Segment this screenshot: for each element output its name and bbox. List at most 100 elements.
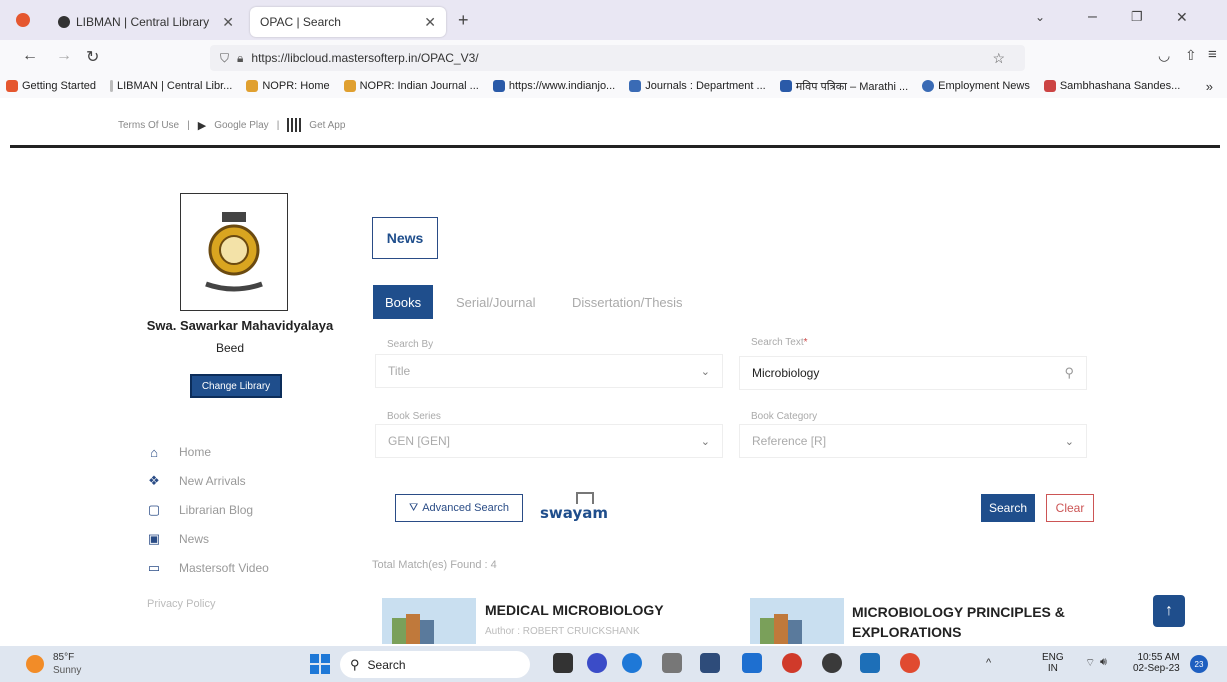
sidebar-item-mastersoft-video[interactable]: ▭ Mastersoft Video (147, 560, 269, 575)
get-app-link[interactable]: Get App (309, 120, 345, 131)
change-library-button[interactable]: Change Library (190, 374, 282, 398)
mail-icon[interactable] (742, 653, 762, 673)
clock[interactable]: 10:55 AM 02-Sep-23 (1133, 652, 1180, 674)
close-window-icon[interactable]: ✕ (1176, 9, 1188, 26)
bookmark-item[interactable]: LIBMAN | Central Libr... (110, 80, 232, 92)
pocket-icon[interactable]: ◡ (1158, 47, 1170, 64)
forward-icon[interactable]: → (56, 47, 72, 65)
terms-link[interactable]: Terms Of Use (118, 120, 179, 131)
bookmark-item[interactable]: Getting Started (6, 80, 96, 92)
chrome-icon[interactable] (822, 653, 842, 673)
bookmark-item[interactable]: Journals : Department ... (629, 80, 766, 92)
restore-icon[interactable]: ❐ (1131, 9, 1143, 25)
menu-icon[interactable]: ≡ (1208, 46, 1217, 63)
sidebar-item-home[interactable]: ⌂ Home (147, 445, 211, 460)
bookmark-item[interactable]: NOPR: Home (246, 80, 330, 92)
close-tab-icon[interactable]: ✕ (424, 14, 436, 31)
teams-icon[interactable] (587, 653, 607, 673)
book-category-select[interactable]: Reference [R] ⌄ (739, 424, 1087, 458)
taskbar-search[interactable]: ⚲ Search (340, 651, 530, 678)
tab-favicon-icon (58, 16, 70, 28)
sidebar-item-new-arrivals[interactable]: ❖ New Arrivals (147, 473, 246, 488)
bookmark-favicon-icon (343, 80, 356, 92)
minimize-icon[interactable]: – (1088, 8, 1097, 26)
college-city: Beed (215, 341, 245, 355)
bookmark-favicon-icon (629, 80, 642, 92)
url-text: https://libcloud.mastersofterp.in/OPAC_V… (251, 51, 479, 65)
search-text-input[interactable]: Microbiology ⚲ (739, 356, 1087, 390)
tray-chevron-icon[interactable]: ^ (986, 657, 991, 669)
tab-serial-journal[interactable]: Serial/Journal (456, 285, 536, 319)
scroll-to-top-button[interactable]: ↑ (1153, 595, 1185, 627)
notification-badge[interactable]: 23 (1190, 655, 1208, 673)
more-bookmarks-icon[interactable]: » (1206, 79, 1213, 94)
tab-list-icon[interactable]: ⌄ (1035, 10, 1045, 24)
book-cover-image[interactable] (750, 598, 844, 644)
chevron-down-icon: ⌄ (1064, 435, 1074, 448)
privacy-policy-link[interactable]: Privacy Policy (147, 598, 215, 610)
search-by-select[interactable]: Title ⌄ (375, 354, 723, 388)
sidebar-item-librarian-blog[interactable]: ▢ Librarian Blog (147, 502, 253, 517)
total-matches: Total Match(es) Found : 4 (372, 559, 497, 571)
network-icon[interactable]: ⌔ (1085, 656, 1095, 670)
weather-desc: Sunny (53, 665, 82, 676)
tab-dissertation-thesis[interactable]: Dissertation/Thesis (572, 285, 683, 319)
swayam-logo[interactable]: swayam (538, 490, 608, 524)
tab-libman[interactable]: LIBMAN | Central Library ✕ (48, 7, 244, 37)
windows-start-icon[interactable] (310, 654, 330, 674)
tab-label: OPAC | Search (260, 15, 341, 29)
tab-opac[interactable]: OPAC | Search ✕ (250, 7, 446, 37)
book-cover-image[interactable] (382, 598, 476, 644)
volume-icon[interactable]: 🔊︎ (1100, 656, 1107, 669)
app-icon[interactable] (662, 653, 682, 673)
bookmark-favicon-icon (1043, 80, 1056, 92)
bookmark-favicon-icon (922, 80, 935, 92)
tab-books[interactable]: Books (373, 285, 434, 319)
edge-icon[interactable] (622, 653, 642, 673)
task-view-icon[interactable] (553, 653, 573, 673)
weather-temp[interactable]: 85°F (53, 652, 74, 663)
bookmark-favicon-icon (110, 80, 113, 92)
chevron-down-icon: ⌄ (700, 435, 710, 448)
search-icon[interactable]: ⚲ (1064, 365, 1074, 381)
book-title[interactable]: MICROBIOLOGY PRINCIPLES & EXPLORATIONS (852, 602, 1082, 642)
bookmark-item[interactable]: https://www.indianjo... (492, 80, 615, 92)
back-icon[interactable]: ← (22, 47, 38, 65)
opera-icon[interactable] (782, 653, 802, 673)
url-bar[interactable]: ⛉ 🔒︎ https://libcloud.mastersofterp.in/O… (210, 45, 1025, 71)
store-icon[interactable] (700, 653, 720, 673)
search-icon: ⚲ (350, 656, 360, 672)
qr-icon (287, 118, 302, 132)
sway-icon[interactable] (860, 653, 880, 673)
book-series-select[interactable]: GEN [GEN] ⌄ (375, 424, 723, 458)
sidebar-item-news[interactable]: ▣ News (147, 531, 209, 546)
news-button[interactable]: News (372, 217, 438, 259)
top-links: Terms Of Use | ▶ Google Play | Get App (118, 118, 346, 132)
reload-icon[interactable]: ↻ (86, 47, 99, 67)
share-icon[interactable]: ⇧ (1185, 47, 1197, 64)
book-title[interactable]: MEDICAL MICROBIOLOGY (485, 602, 664, 618)
tab-label: LIBMAN | Central Library (76, 15, 210, 29)
search-by-label: Search By (387, 339, 434, 350)
book-author: Author : ROBERT CRUICKSHANK (485, 626, 640, 637)
google-play-link[interactable]: Google Play (214, 120, 268, 131)
new-arrivals-icon: ❖ (148, 473, 160, 488)
language-indicator[interactable]: ENG IN (1042, 652, 1064, 674)
new-tab-button[interactable]: + (458, 10, 469, 31)
bookmark-item[interactable]: NOPR: Indian Journal ... (343, 80, 479, 92)
browser-menu-icon[interactable] (16, 13, 30, 27)
advanced-search-button[interactable]: ⛛ Advanced Search (395, 494, 523, 522)
bookmark-item[interactable]: Sambhashana Sandes... (1043, 80, 1180, 92)
filter-icon: ⛛ (408, 501, 419, 514)
bookmark-favicon-icon (246, 80, 259, 92)
firefox-icon[interactable] (900, 653, 920, 673)
news-icon: ▣ (147, 531, 161, 546)
search-button[interactable]: Search (981, 494, 1035, 522)
close-tab-icon[interactable]: ✕ (222, 14, 234, 31)
book-series-label: Book Series (387, 411, 441, 422)
clear-button[interactable]: Clear (1046, 494, 1094, 522)
bookmark-item[interactable]: Employment News (922, 80, 1030, 92)
search-text-label: Search Text* (751, 337, 808, 348)
bookmark-star-icon[interactable]: ☆ (992, 50, 1005, 67)
bookmark-item[interactable]: मविप पत्रिका – Marathi ... (779, 79, 908, 94)
